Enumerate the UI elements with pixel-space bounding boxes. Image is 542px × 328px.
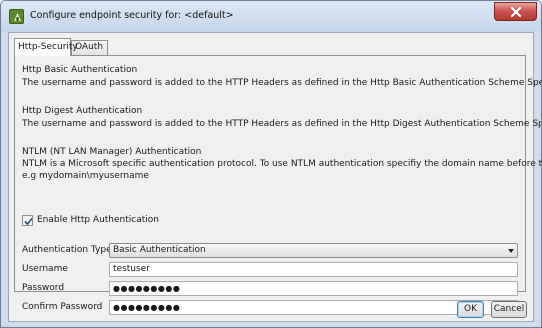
app-icon	[9, 9, 24, 24]
title-bar[interactable]: Configure endpoint security for: <defaul…	[1, 1, 541, 32]
digest-auth-heading: Http Digest Authentication	[22, 106, 143, 116]
checkmark-icon	[24, 217, 33, 226]
enable-http-auth-checkbox[interactable]	[22, 215, 33, 226]
enable-http-auth-label[interactable]: Enable Http Authentication	[37, 215, 159, 225]
password-input[interactable]: ●●●●●●●●●	[109, 281, 518, 296]
dialog-window: Configure endpoint security for: <defaul…	[0, 0, 542, 328]
password-label: Password	[22, 283, 65, 293]
tab-http-security[interactable]: Http-Security	[14, 38, 78, 56]
dropdown-arrow-icon	[508, 249, 514, 253]
http-security-panel: Http Basic Authentication The username a…	[14, 55, 541, 315]
ntlm-auth-example: e.g mydomain\myusername	[22, 171, 149, 181]
digest-auth-description: The username and password is added to th…	[22, 119, 542, 129]
confirm-password-label: Confirm Password	[22, 302, 103, 312]
username-label: Username	[22, 264, 68, 274]
basic-auth-description: The username and password is added to th…	[22, 78, 542, 88]
cancel-button[interactable]: Cancel	[491, 301, 527, 318]
ntlm-auth-description: NTLM is a Microsoft specific authenticat…	[22, 159, 542, 169]
close-icon	[510, 7, 522, 17]
dialog-body: Http-Security OAuth Http Basic Authentic…	[8, 32, 541, 322]
auth-type-value: Basic Authentication	[113, 245, 206, 255]
auth-type-label: Authentication Type	[22, 245, 112, 255]
ntlm-auth-heading: NTLM (NT LAN Manager) Authentication	[22, 147, 202, 157]
ok-button[interactable]: OK	[457, 301, 484, 318]
auth-type-select[interactable]: Basic Authentication	[109, 243, 518, 258]
window-title: Configure endpoint security for: <defaul…	[30, 10, 234, 21]
close-button[interactable]	[494, 2, 537, 21]
username-input[interactable]: testuser	[109, 262, 518, 277]
basic-auth-heading: Http Basic Authentication	[22, 65, 138, 75]
